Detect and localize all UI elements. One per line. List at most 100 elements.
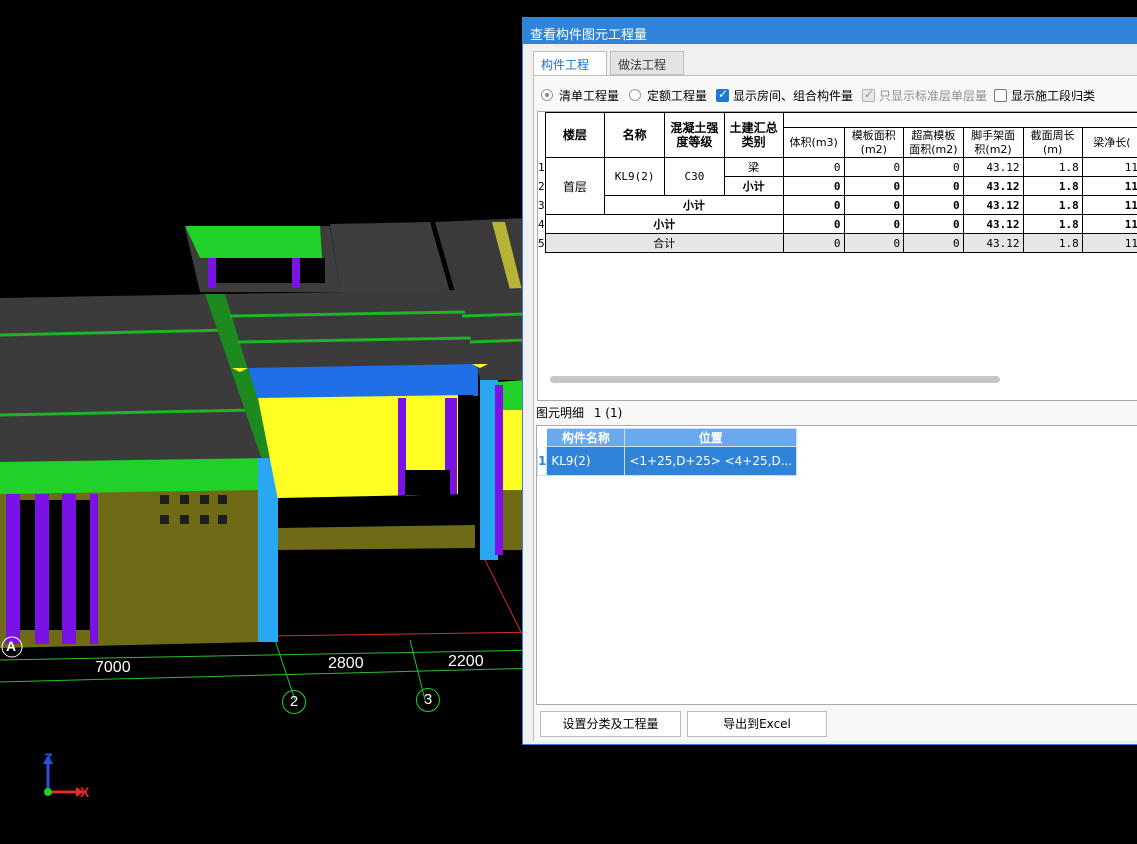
- header-category[interactable]: 土建汇总类别: [723, 112, 784, 158]
- beam-length-cell: 11: [1081, 195, 1137, 215]
- dialog-title[interactable]: 查看构件图元工程量: [523, 18, 1137, 44]
- quota-qty-label: 定额工程量: [647, 88, 708, 103]
- export-excel-button[interactable]: 导出到Excel: [687, 711, 827, 737]
- high-formwork-cell: 0: [903, 157, 964, 177]
- scaffold-cell: 43.12: [962, 176, 1024, 196]
- scaffold-cell: 43.12: [962, 214, 1024, 234]
- category-cell: 梁: [723, 157, 784, 177]
- show-section-checkbox[interactable]: 显示施工段归类: [994, 86, 1095, 104]
- subtotal-label: 小计: [723, 176, 784, 196]
- perimeter-cell: 1.8: [1022, 157, 1083, 177]
- quota-qty-radio[interactable]: 定额工程量: [629, 86, 707, 104]
- roof-slab: [330, 222, 450, 292]
- dimension-label: 2200: [448, 653, 484, 670]
- quantity-table-container[interactable]: 楼层 名称 混凝土强度等级 土建汇总类别 体积(m3) 模板面积(m2) 超高模…: [537, 111, 1137, 401]
- row-index: 5: [538, 233, 546, 253]
- dimension-label: 2800: [328, 655, 364, 672]
- radio-icon: [629, 89, 641, 101]
- perimeter-cell: 1.8: [1022, 176, 1083, 196]
- detail-table-container[interactable]: 构件名称 位置 1 KL9(2) <1+25,D+25> <4+25,D...: [536, 425, 1137, 705]
- quantity-table: 楼层 名称 混凝土强度等级 土建汇总类别 体积(m3) 模板面积(m2) 超高模…: [538, 112, 1137, 253]
- show-room-checkbox[interactable]: 显示房间、组合构件量: [716, 86, 853, 104]
- perimeter-cell: 1.8: [1022, 195, 1083, 215]
- high-formwork-cell: 0: [903, 195, 964, 215]
- scaffold-cell: 43.12: [962, 157, 1024, 177]
- horizontal-scrollbar[interactable]: [550, 376, 1000, 383]
- header-formwork[interactable]: 模板面积(m2): [843, 127, 905, 158]
- list-qty-radio[interactable]: 清单工程量: [541, 86, 619, 104]
- perimeter-cell: 1.8: [1022, 214, 1083, 234]
- row-index: 4: [538, 214, 546, 234]
- header-location[interactable]: 位置: [624, 428, 798, 447]
- table-row[interactable]: 1 首层 KL9(2) C30 梁 0 0 0 43.12 1.8 11: [538, 157, 1137, 215]
- header-scaffold[interactable]: 脚手架面积(m2): [962, 127, 1024, 158]
- detail-title: 图元明细: [536, 406, 585, 420]
- axis-z-label: Z: [44, 750, 53, 766]
- beam-blue: [248, 364, 478, 400]
- opening: [215, 258, 325, 283]
- scaffold-cell: 43.12: [962, 233, 1024, 253]
- volume-cell: 0: [782, 233, 845, 253]
- only-std-floor-label: 只显示标准层单层量: [879, 88, 988, 103]
- checkbox-icon: [994, 88, 1007, 102]
- detail-header: 图元明细 1 (1): [536, 404, 622, 421]
- row-index: 1: [536, 446, 548, 476]
- column: [292, 258, 300, 288]
- classify-settings-button[interactable]: 设置分类及工程量: [540, 711, 681, 737]
- dimension-label: 7000: [95, 659, 131, 676]
- table-row[interactable]: 4 小计 0 0 0 43.12 1.8 11: [538, 214, 1137, 234]
- beam-length-cell: 11: [1081, 214, 1137, 234]
- volume-cell: 0: [782, 176, 845, 196]
- detail-table: 构件名称 位置 1 KL9(2) <1+25,D+25> <4+25,D...: [536, 428, 798, 476]
- component-name-cell: KL9(2): [546, 446, 626, 476]
- show-room-label: 显示房间、组合构件量: [733, 88, 854, 103]
- formwork-cell: 0: [843, 214, 905, 234]
- column: [208, 258, 216, 288]
- column-blue: [258, 458, 278, 642]
- name-cell: KL9(2): [604, 157, 666, 196]
- subtotal-label: 小计: [544, 214, 784, 234]
- checkbox-icon: [716, 87, 729, 102]
- grid-axis-letter: A: [6, 638, 17, 654]
- row-index: 3: [538, 195, 546, 215]
- header-component-name[interactable]: 构件名称: [546, 428, 626, 447]
- formwork-cell: 0: [843, 176, 905, 196]
- beam-length-cell: 11: [1081, 176, 1137, 196]
- tab-method-qty[interactable]: 做法工程量: [610, 51, 684, 89]
- checkbox-icon: [862, 87, 875, 102]
- header-volume[interactable]: 体积(m3): [782, 127, 845, 158]
- row-index: 2: [538, 176, 546, 196]
- header-beam-length[interactable]: 梁净长(: [1081, 127, 1137, 158]
- grade-cell: C30: [664, 157, 725, 196]
- row-index: 1: [538, 157, 546, 177]
- perimeter-cell: 1.8: [1022, 233, 1083, 253]
- detail-count: 1 (1): [593, 406, 623, 420]
- formwork-cell: 0: [843, 157, 905, 177]
- scaffold-cell: 43.12: [962, 195, 1024, 215]
- volume-cell: 0: [782, 195, 845, 215]
- grid-axis-bubble: 3: [416, 688, 440, 712]
- axis-x-label: X: [80, 784, 90, 800]
- tab-component-qty[interactable]: 构件工程量: [533, 51, 607, 89]
- high-formwork-cell: 0: [903, 233, 964, 253]
- radio-icon: [541, 89, 553, 101]
- header-name[interactable]: 名称: [604, 112, 666, 158]
- high-formwork-cell: 0: [903, 214, 964, 234]
- formwork-cell: 0: [843, 233, 905, 253]
- only-std-floor-checkbox[interactable]: 只显示标准层单层量: [862, 86, 987, 104]
- detail-row[interactable]: 1 KL9(2) <1+25,D+25> <4+25,D...: [536, 446, 798, 476]
- show-section-label: 显示施工段归类: [1011, 88, 1096, 103]
- table-row-total[interactable]: 5 合计 0 0 0 43.12 1.8 11: [538, 233, 1137, 253]
- header-high-formwork[interactable]: 超高模板面积(m2): [903, 127, 964, 158]
- table-row[interactable]: 3 小计 0 0 0 43.12 1.8 11: [538, 195, 1137, 215]
- volume-cell: 0: [782, 157, 845, 177]
- beam-front: [0, 458, 277, 496]
- header-floor[interactable]: 楼层: [544, 112, 606, 158]
- roof-slab: [225, 290, 480, 370]
- list-qty-label: 清单工程量: [559, 88, 620, 103]
- volume-cell: 0: [782, 214, 845, 234]
- total-label: 合计: [544, 233, 784, 253]
- header-perimeter[interactable]: 截面周长(m): [1022, 127, 1083, 158]
- beam-length-cell: 11: [1081, 233, 1137, 253]
- header-concrete-grade[interactable]: 混凝土强度等级: [664, 112, 725, 158]
